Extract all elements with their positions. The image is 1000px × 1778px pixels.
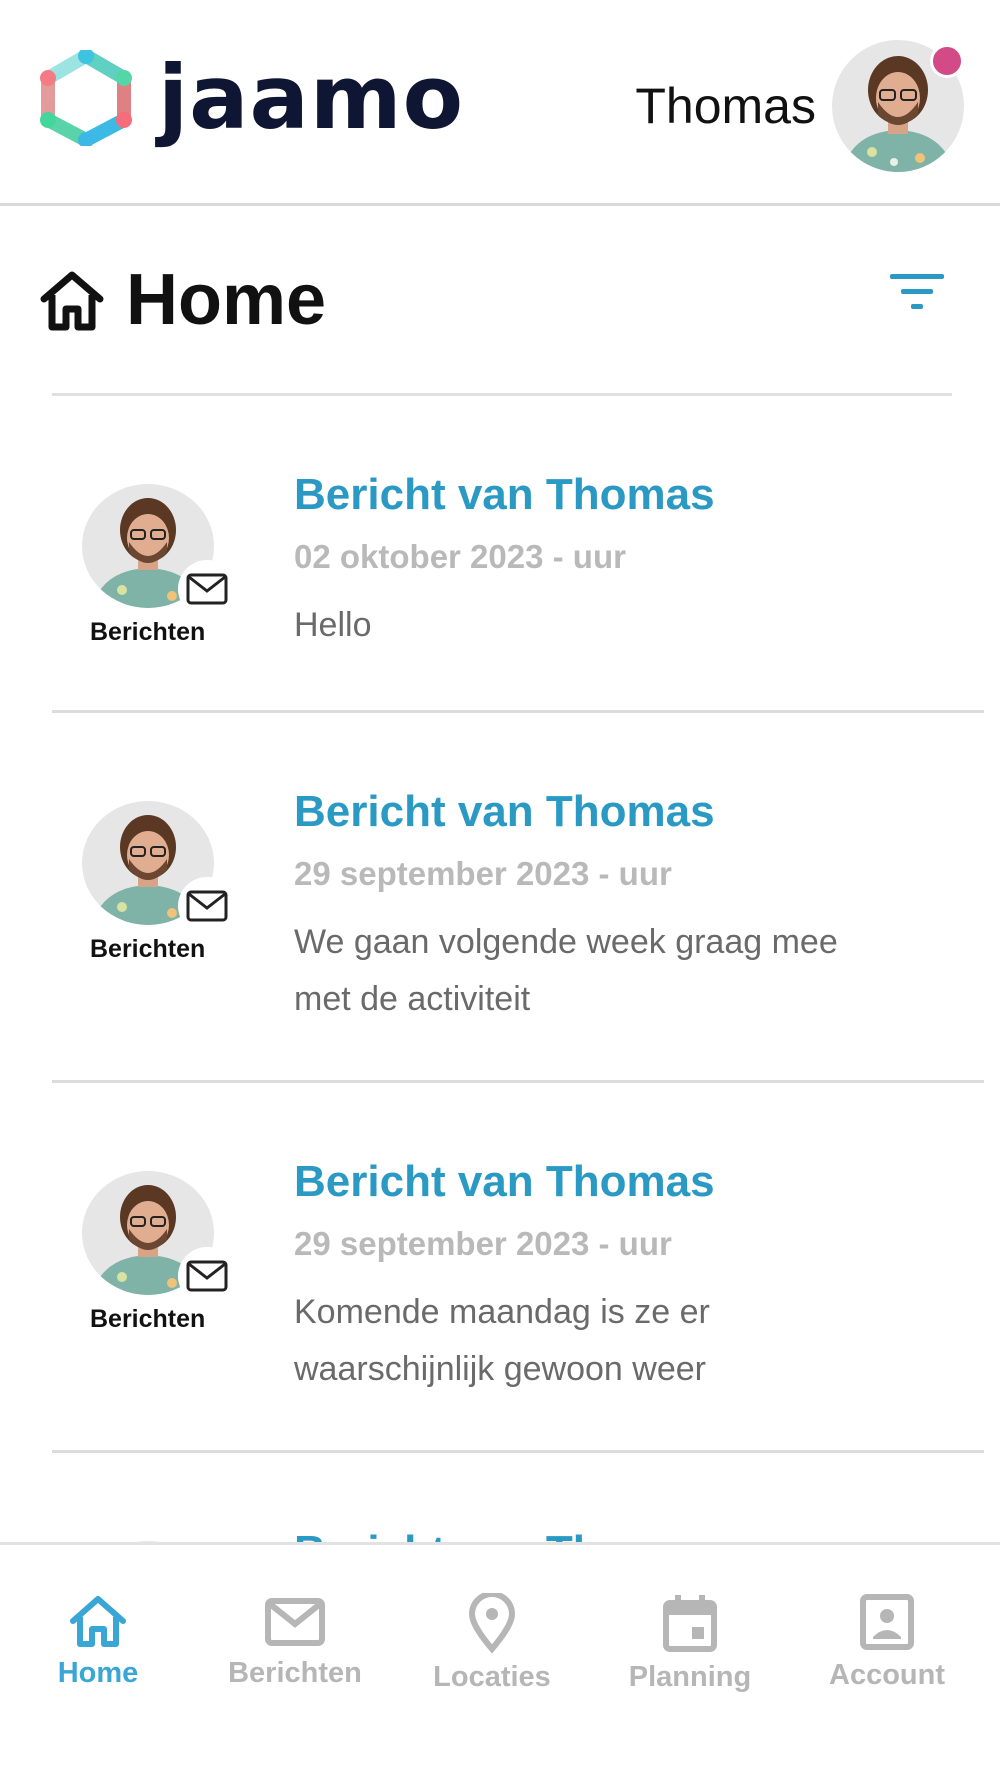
nav-item-home[interactable]: Home <box>8 1593 188 1690</box>
brand-name: jaamo <box>158 46 465 149</box>
nav-item-locaties[interactable]: Locaties <box>402 1593 582 1694</box>
nav-label: Locaties <box>433 1661 551 1693</box>
nav-label: Planning <box>628 1661 752 1693</box>
notification-dot <box>930 44 964 78</box>
list-item[interactable]: Berichten Bericht van Thomas 29 septembe… <box>52 1083 984 1453</box>
nav-label: Account <box>829 1659 945 1691</box>
mail-icon <box>178 560 236 618</box>
list-item[interactable]: Berichten Bericht van Thomas 02 oktober … <box>52 396 984 713</box>
message-date: 29 september 2023 - uur <box>294 855 672 892</box>
message-title: Bericht van Thomas <box>294 1527 715 1542</box>
list-item[interactable]: Berichten Bericht van Thomas 29 septembe… <box>52 713 984 1083</box>
sender-avatar <box>82 1171 236 1305</box>
nav-item-planning[interactable]: Planning <box>600 1593 780 1694</box>
mail-icon <box>178 1247 236 1305</box>
filter-button[interactable] <box>886 268 948 318</box>
page-title: Home <box>126 260 327 340</box>
user-profile[interactable]: Thomas <box>635 40 964 172</box>
home-icon <box>40 271 104 331</box>
mail-icon <box>265 1598 325 1646</box>
nav-label: Home <box>57 1657 139 1689</box>
message-date: 02 oktober 2023 - uur <box>294 538 626 575</box>
account-icon <box>860 1594 914 1650</box>
hexagon-logo-icon <box>40 50 132 146</box>
message-feed: Berichten Bericht van Thomas 02 oktober … <box>0 396 1000 1542</box>
nav-item-berichten[interactable]: Berichten <box>205 1593 385 1690</box>
message-date: 29 september 2023 - uur <box>294 1225 672 1262</box>
source-label: Berichten <box>90 1305 206 1333</box>
message-body: We gaan volgende week graag mee met de a… <box>294 923 838 1018</box>
calendar-icon <box>663 1595 717 1652</box>
filter-icon <box>890 274 944 309</box>
message-title: Bericht van Thomas <box>294 787 715 836</box>
list-item[interactable]: Bericht van Thomas <box>52 1453 984 1542</box>
page-header: Home <box>38 250 962 350</box>
sender-avatar <box>82 484 236 618</box>
message-body: Komende maandag is ze er waarschijnlijk … <box>294 1293 710 1388</box>
jaamo-logo[interactable]: jaamo <box>40 50 464 146</box>
mail-icon <box>178 877 236 935</box>
message-body: Hello <box>294 606 372 644</box>
location-pin-icon <box>468 1593 516 1653</box>
source-label: Berichten <box>90 935 206 963</box>
bottom-navigation: Home Berichten Locaties Planning Account <box>0 1542 1000 1778</box>
user-name: Thomas <box>635 78 816 134</box>
nav-item-account[interactable]: Account <box>797 1593 977 1692</box>
app-header: jaamo Thomas <box>0 0 1000 206</box>
nav-label: Berichten <box>228 1657 362 1689</box>
source-label: Berichten <box>90 618 206 646</box>
message-title: Bericht van Thomas <box>294 470 715 519</box>
sender-avatar <box>82 801 236 935</box>
home-icon <box>70 1596 126 1647</box>
message-title: Bericht van Thomas <box>294 1157 715 1206</box>
